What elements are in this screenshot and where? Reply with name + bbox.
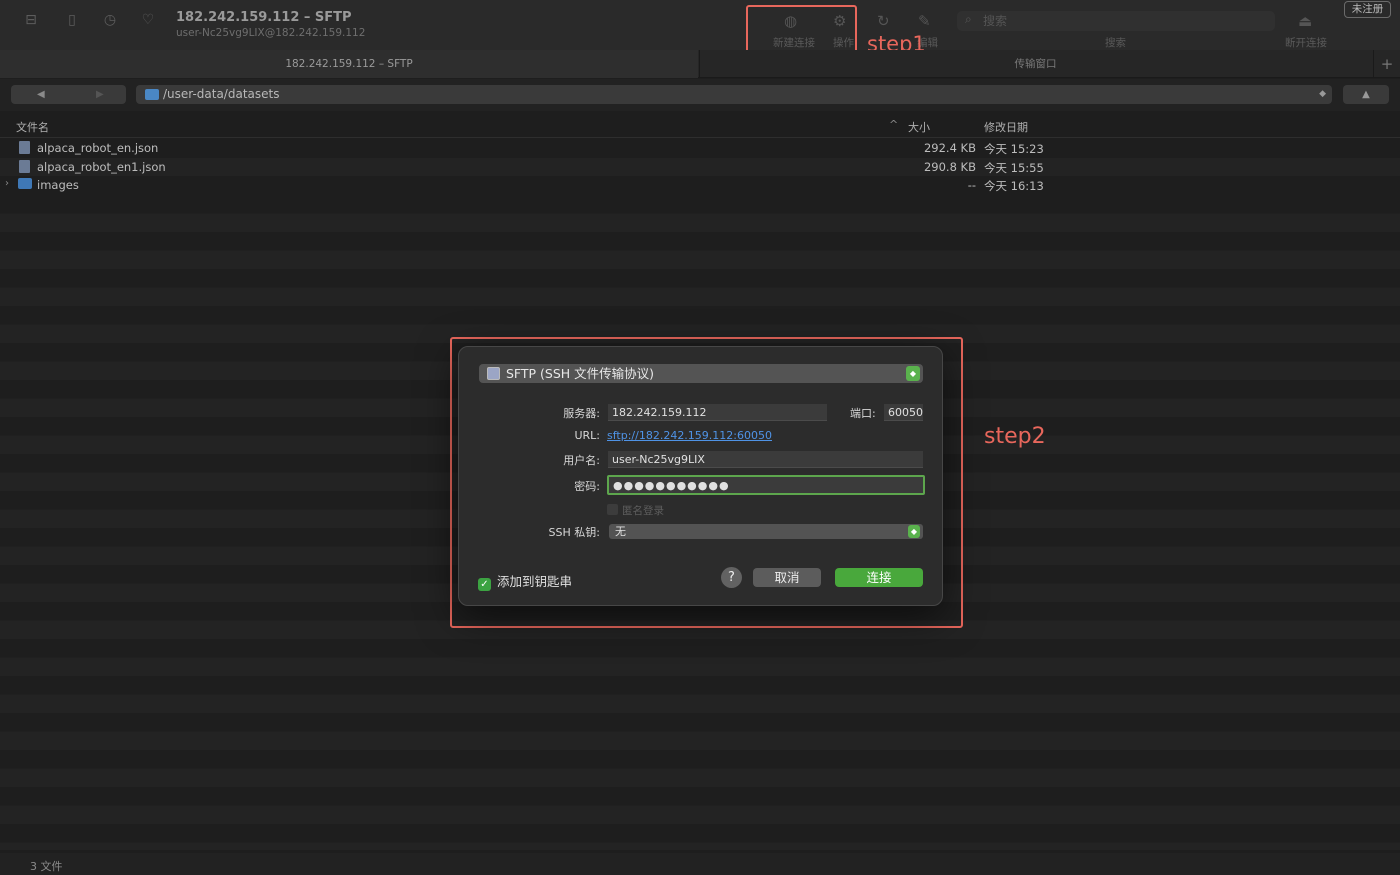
pencil-icon[interactable]: ✎ xyxy=(918,12,931,30)
unregistered-badge[interactable]: 未注册 xyxy=(1344,1,1391,18)
window-subtitle: user-Nc25vg9LIX@182.242.159.112 xyxy=(176,27,366,39)
file-modified: 今天 15:23 xyxy=(984,142,1044,156)
password-input[interactable] xyxy=(607,475,925,495)
ssh-key-label: SSH 私钥: xyxy=(548,526,600,539)
file-row[interactable]: alpaca_robot_en1.json 290.8 KB 今天 15:55 xyxy=(0,157,1400,176)
parent-directory-button[interactable]: ▲ xyxy=(1343,85,1389,104)
protocol-value: SFTP (SSH 文件传输协议) xyxy=(506,366,655,381)
tab-bar: 182.242.159.112 – SFTP 传输窗口 + xyxy=(0,50,1400,78)
server-label: 服务器: xyxy=(563,407,600,420)
password-label: 密码: xyxy=(574,480,600,493)
chevron-updown-icon: ◆ xyxy=(1319,89,1326,99)
connection-dialog: SFTP (SSH 文件传输协议) ◆ 服务器: 端口: URL: sftp:/… xyxy=(458,346,943,606)
window-title: 182.242.159.112 – SFTP xyxy=(176,10,352,25)
anonymous-login-label: 匿名登录 xyxy=(622,505,664,517)
username-input[interactable] xyxy=(608,451,923,468)
file-list: alpaca_robot_en.json 292.4 KB 今天 15:23 a… xyxy=(0,139,1400,195)
cancel-button[interactable]: 取消 xyxy=(753,568,821,587)
url-label: URL: xyxy=(574,429,600,442)
toolbar: ⊟ ▯ ◷ ♡ 182.242.159.112 – SFTP user-Nc25… xyxy=(0,0,1400,50)
port-label: 端口: xyxy=(850,407,876,420)
folder-row[interactable]: › images -- 今天 16:13 xyxy=(0,176,1400,195)
connect-button[interactable]: 连接 xyxy=(835,568,923,587)
port-input[interactable] xyxy=(884,404,923,421)
file-modified: 今天 15:55 xyxy=(984,160,1044,175)
back-button[interactable]: ◀ xyxy=(37,85,45,104)
step2-annotation: step2 xyxy=(984,424,1046,449)
path-bar: ◀ ▶ /user-data/datasets ◆ ▲ xyxy=(0,79,1400,111)
tab-transfers[interactable]: 传输窗口 xyxy=(699,50,1371,78)
folder-name: images xyxy=(37,178,79,192)
url-link[interactable]: sftp://182.242.159.112:60050 xyxy=(607,429,772,442)
refresh-icon[interactable]: ↻ xyxy=(877,12,890,30)
tab-sftp-session[interactable]: 182.242.159.112 – SFTP xyxy=(0,50,698,78)
add-to-keychain-option[interactable]: ✓ 添加到钥匙串 xyxy=(478,571,572,591)
folder-size: -- xyxy=(967,178,976,192)
navigation-segment: ◀ ▶ xyxy=(11,85,126,104)
anonymous-checkbox[interactable] xyxy=(607,504,618,515)
folder-icon xyxy=(145,89,159,100)
search-field[interactable]: ⌕ xyxy=(957,11,1275,31)
file-list-header: 文件名 ^ 大小 修改日期 xyxy=(0,113,1400,138)
folder-icon xyxy=(18,178,32,189)
chevron-updown-icon: ◆ xyxy=(908,525,920,538)
item-count: 3 文件 xyxy=(30,860,63,873)
sidebar-icon[interactable]: ⊟ xyxy=(20,10,42,30)
eject-icon[interactable]: ⏏ xyxy=(1298,12,1312,30)
status-bar: 3 文件 xyxy=(0,853,1400,875)
json-file-icon xyxy=(19,159,30,173)
username-label: 用户名: xyxy=(563,454,600,467)
new-tab-button[interactable]: + xyxy=(1373,50,1400,78)
keychain-checkbox[interactable]: ✓ xyxy=(478,578,491,591)
add-to-keychain-label: 添加到钥匙串 xyxy=(497,574,573,589)
forward-button[interactable]: ▶ xyxy=(96,85,104,104)
search-label: 搜索 xyxy=(1105,37,1126,49)
json-file-icon xyxy=(19,141,30,154)
anonymous-login-option[interactable]: 匿名登录 xyxy=(607,503,664,518)
column-header-modified[interactable]: 修改日期 xyxy=(984,119,1028,135)
column-header-name[interactable]: 文件名 xyxy=(16,119,49,135)
folder-modified: 今天 16:13 xyxy=(984,179,1044,193)
disclosure-triangle-icon[interactable]: › xyxy=(5,178,9,189)
protocol-select[interactable]: SFTP (SSH 文件传输协议) ◆ xyxy=(479,364,923,383)
ssh-key-value: 无 xyxy=(615,525,626,538)
bonjour-icon[interactable]: ▯ xyxy=(61,10,83,30)
path-dropdown[interactable]: /user-data/datasets ◆ xyxy=(136,85,1332,104)
history-icon[interactable]: ◷ xyxy=(99,10,121,30)
current-path: /user-data/datasets xyxy=(163,87,280,101)
ssh-key-select[interactable]: 无 ◆ xyxy=(609,524,923,539)
column-header-size[interactable]: 大小 xyxy=(908,119,930,135)
file-size: 292.4 KB xyxy=(923,141,976,155)
file-name: alpaca_robot_en1.json xyxy=(37,159,166,174)
disconnect-button[interactable]: 断开连接 xyxy=(1285,35,1327,50)
chevron-updown-icon: ◆ xyxy=(906,366,920,381)
bookmark-icon[interactable]: ♡ xyxy=(137,10,159,30)
search-input[interactable] xyxy=(983,13,1263,29)
help-button[interactable]: ? xyxy=(721,567,742,588)
search-icon: ⌕ xyxy=(965,12,972,26)
file-row[interactable]: alpaca_robot_en.json 292.4 KB 今天 15:23 xyxy=(0,139,1400,158)
file-name: alpaca_robot_en.json xyxy=(37,141,159,155)
sort-indicator-icon: ^ xyxy=(889,118,899,131)
server-input[interactable] xyxy=(608,404,827,421)
file-size: 290.8 KB xyxy=(923,159,976,174)
drive-icon xyxy=(487,367,500,380)
